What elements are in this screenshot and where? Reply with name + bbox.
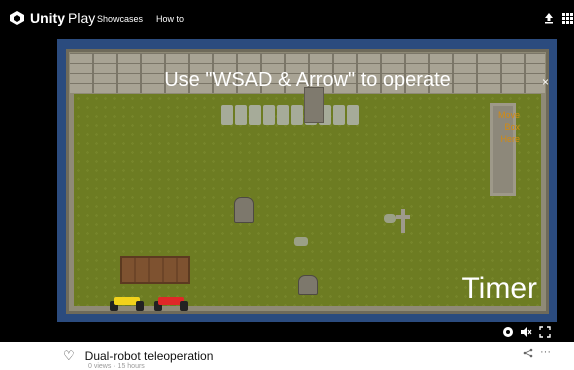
close-icon[interactable]: × bbox=[542, 75, 549, 89]
stone-tiles bbox=[221, 105, 359, 125]
top-bar: Unity Play Showcases How to bbox=[0, 0, 574, 36]
share-icon[interactable] bbox=[523, 348, 533, 358]
brand-name: Unity bbox=[30, 10, 65, 26]
red-robot bbox=[154, 295, 188, 311]
nav-how-to[interactable]: How to bbox=[156, 14, 184, 24]
nav-showcases[interactable]: Showcases bbox=[97, 14, 143, 24]
unity-cube-icon bbox=[10, 11, 24, 25]
settings-icon[interactable] bbox=[502, 326, 514, 338]
project-title: Dual-robot teleoperation bbox=[84, 349, 214, 363]
timer-label: Timer bbox=[461, 272, 537, 305]
project-title-row: ♡ Dual-robot teleoperation bbox=[63, 348, 213, 364]
game-canvas[interactable]: Use "WSAD & Arrow" to operate Move Box H… bbox=[66, 49, 549, 314]
statue bbox=[304, 87, 324, 123]
fullscreen-icon[interactable] bbox=[539, 326, 551, 338]
yellow-robot bbox=[110, 295, 144, 311]
upload-icon[interactable] bbox=[542, 11, 556, 25]
heart-outline-icon[interactable]: ♡ bbox=[63, 348, 75, 364]
grid-menu-icon[interactable] bbox=[560, 11, 574, 25]
gravestone bbox=[234, 197, 254, 223]
rock bbox=[294, 237, 308, 246]
mute-icon[interactable] bbox=[520, 326, 532, 338]
cross-grave bbox=[396, 209, 410, 235]
brand-suffix: Play bbox=[68, 10, 96, 26]
box-target-label: Move Box Here bbox=[497, 110, 520, 144]
game-stage: Use "WSAD & Arrow" to operate Move Box H… bbox=[0, 36, 574, 342]
unity-play-logo[interactable]: Unity Play bbox=[9, 10, 95, 26]
rock bbox=[384, 214, 396, 223]
gravestone bbox=[298, 275, 318, 295]
project-meta: 0 views · 15 hours bbox=[88, 363, 145, 370]
more-options-icon[interactable]: ··· bbox=[540, 346, 551, 358]
wooden-crate bbox=[120, 256, 190, 284]
